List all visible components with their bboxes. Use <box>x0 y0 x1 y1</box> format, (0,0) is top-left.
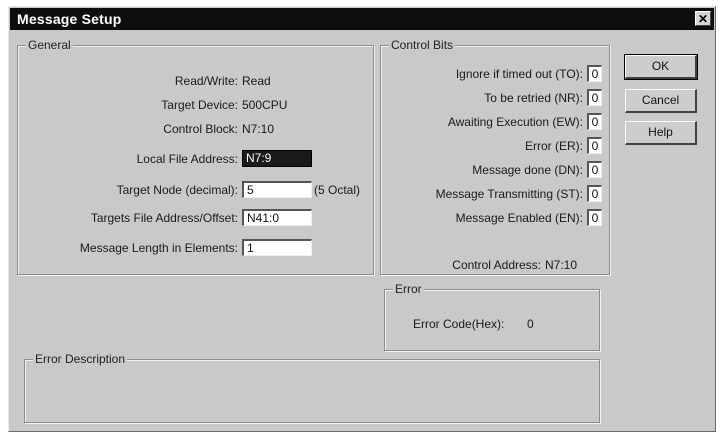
general-legend: General <box>26 38 73 52</box>
control-bit-label: Ignore if timed out (TO): <box>455 67 583 81</box>
control-bits-legend: Control Bits <box>389 38 456 52</box>
dialog-title: Message Setup <box>17 11 122 27</box>
error-description-legend: Error Description <box>33 352 128 366</box>
control-bit-value[interactable]: 0 <box>587 65 602 82</box>
targets-file-address-field[interactable]: N41:0 <box>242 209 312 226</box>
control-bits-group: Control Bits Ignore if timed out (TO): 0… <box>380 38 610 275</box>
error-code-value: 0 <box>527 317 534 331</box>
local-file-address-label: Local File Address: <box>136 152 238 166</box>
control-bit-label: Message done (DN): <box>472 163 583 177</box>
control-bit-value[interactable]: 0 <box>587 209 602 226</box>
target-node-field[interactable]: 5 <box>242 181 312 198</box>
error-group: Error Error Code(Hex): 0 <box>384 282 600 351</box>
control-address-label: Control Address: <box>452 258 541 272</box>
read-write-label: Read/Write: <box>174 74 238 88</box>
title-bar: Message Setup ✕ <box>10 8 714 30</box>
control-bit-value[interactable]: 0 <box>587 113 602 130</box>
close-icon[interactable]: ✕ <box>695 11 711 26</box>
local-file-address-field[interactable]: N7:9 <box>242 150 312 167</box>
control-bit-label: Message Transmitting (ST): <box>435 187 583 201</box>
control-block-value: N7:10 <box>242 122 275 136</box>
control-bit-value[interactable]: 0 <box>587 185 602 202</box>
error-legend: Error <box>393 282 424 296</box>
control-bit-label: To be retried (NR): <box>484 91 583 105</box>
control-bit-value[interactable]: 0 <box>587 161 602 178</box>
message-length-label: Message Length in Elements: <box>79 241 238 255</box>
target-node-octal: (5 Octal) <box>314 183 361 197</box>
control-block-label: Control Block: <box>163 122 238 136</box>
target-device-label: Target Device: <box>161 98 238 112</box>
cancel-button[interactable]: Cancel <box>625 89 697 113</box>
error-description-group: Error Description <box>24 352 600 423</box>
target-device-value: 500CPU <box>242 98 288 112</box>
target-node-label: Target Node (decimal): <box>116 183 238 197</box>
control-bit-label: Message Enabled (EN): <box>455 211 583 225</box>
ok-button[interactable]: OK <box>624 54 698 80</box>
control-bit-value[interactable]: 0 <box>587 137 602 154</box>
general-group: General Read/Write: Read Target Device: … <box>17 38 374 275</box>
message-setup-dialog: Message Setup ✕ General Read/Write: Read… <box>8 6 716 432</box>
control-bit-value[interactable]: 0 <box>587 89 602 106</box>
help-button[interactable]: Help <box>625 121 697 145</box>
read-write-value: Read <box>242 74 271 88</box>
targets-file-address-label: Targets File Address/Offset: <box>90 211 238 225</box>
message-length-field[interactable]: 1 <box>242 239 312 256</box>
error-code-label: Error Code(Hex): <box>413 317 505 331</box>
control-bit-label: Awaiting Execution (EW): <box>447 115 583 129</box>
control-bit-label: Error (ER): <box>525 139 583 153</box>
control-address-value: N7:10 <box>545 258 578 272</box>
